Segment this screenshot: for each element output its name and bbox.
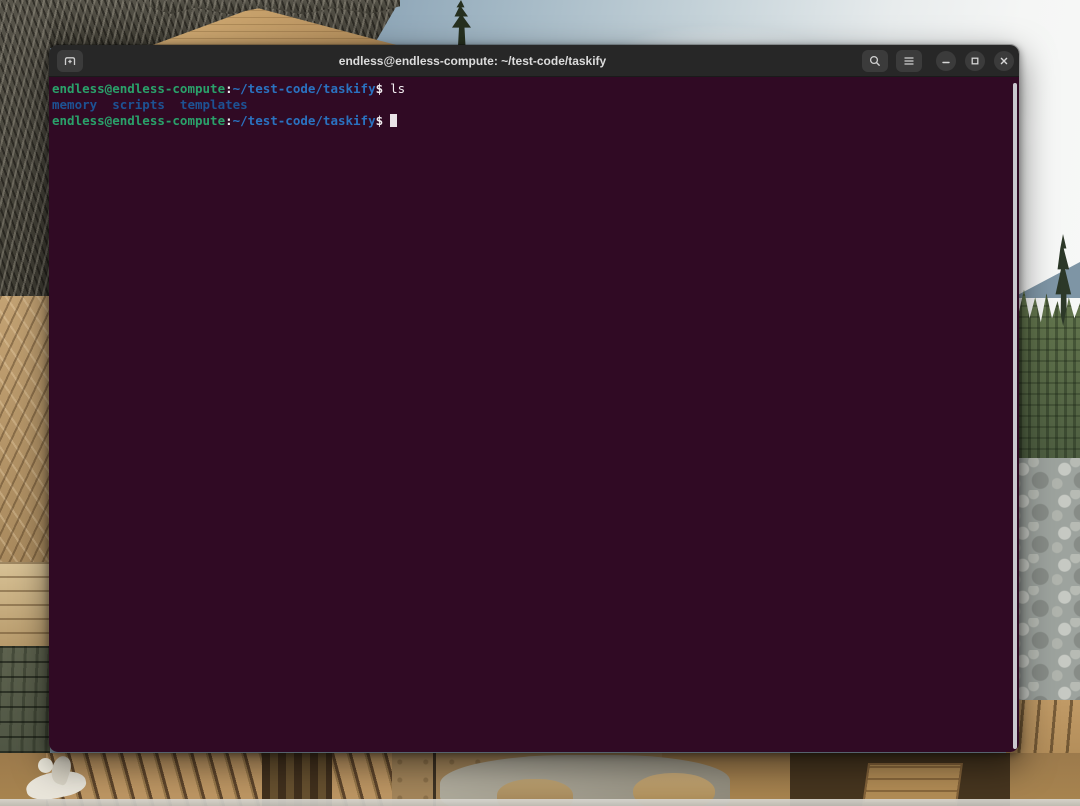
wallpaper-forest — [1010, 280, 1080, 472]
prompt-symbol: $ — [376, 113, 384, 128]
search-icon — [867, 53, 883, 69]
typed-command: ls — [390, 81, 405, 96]
minimize-icon — [939, 54, 953, 68]
terminal-line: endless@endless-compute:~/test-code/task… — [52, 81, 1009, 97]
prompt-symbol: $ — [376, 81, 384, 96]
search-button[interactable] — [862, 50, 888, 72]
wallpaper-rock-slope — [1010, 458, 1080, 720]
wallpaper-twig-wall — [0, 0, 50, 306]
wallpaper-bottom-band — [0, 799, 1080, 806]
scrollbar[interactable] — [1013, 83, 1017, 749]
wallpaper-floor — [0, 753, 1080, 806]
maximize-button[interactable] — [965, 51, 985, 71]
terminal-cursor — [390, 114, 397, 127]
hamburger-menu-icon — [901, 53, 917, 69]
minimize-button[interactable] — [936, 51, 956, 71]
desktop: endless@endless-compute: ~/test-code/tas… — [0, 0, 1080, 806]
new-tab-icon — [62, 53, 78, 69]
close-icon — [997, 54, 1011, 68]
new-tab-button[interactable] — [57, 50, 83, 72]
terminal-screen[interactable]: endless@endless-compute:~/test-code/task… — [49, 77, 1019, 753]
bird-head — [38, 758, 53, 773]
prompt-path: ~/test-code/taskify — [233, 113, 376, 128]
menu-button[interactable] — [896, 50, 922, 72]
prompt-separator: : — [225, 81, 233, 96]
wallpaper-shingles-tan — [0, 296, 50, 562]
prompt-user-host: endless@endless-compute — [52, 113, 225, 128]
titlebar[interactable]: endless@endless-compute: ~/test-code/tas… — [49, 45, 1019, 77]
prompt-separator: : — [225, 113, 233, 128]
terminal-window: endless@endless-compute: ~/test-code/tas… — [48, 44, 1020, 753]
terminal-line: endless@endless-compute:~/test-code/task… — [52, 113, 1009, 129]
maximize-icon — [968, 54, 982, 68]
prompt-path: ~/test-code/taskify — [233, 81, 376, 96]
wallpaper-wood-beam — [0, 562, 50, 646]
prompt-user-host: endless@endless-compute — [52, 81, 225, 96]
terminal-output-line: memory scripts templates — [52, 97, 1009, 113]
directory-listing: memory scripts templates — [52, 97, 248, 112]
window-title: endless@endless-compute: ~/test-code/tas… — [83, 54, 862, 68]
close-button[interactable] — [994, 51, 1014, 71]
